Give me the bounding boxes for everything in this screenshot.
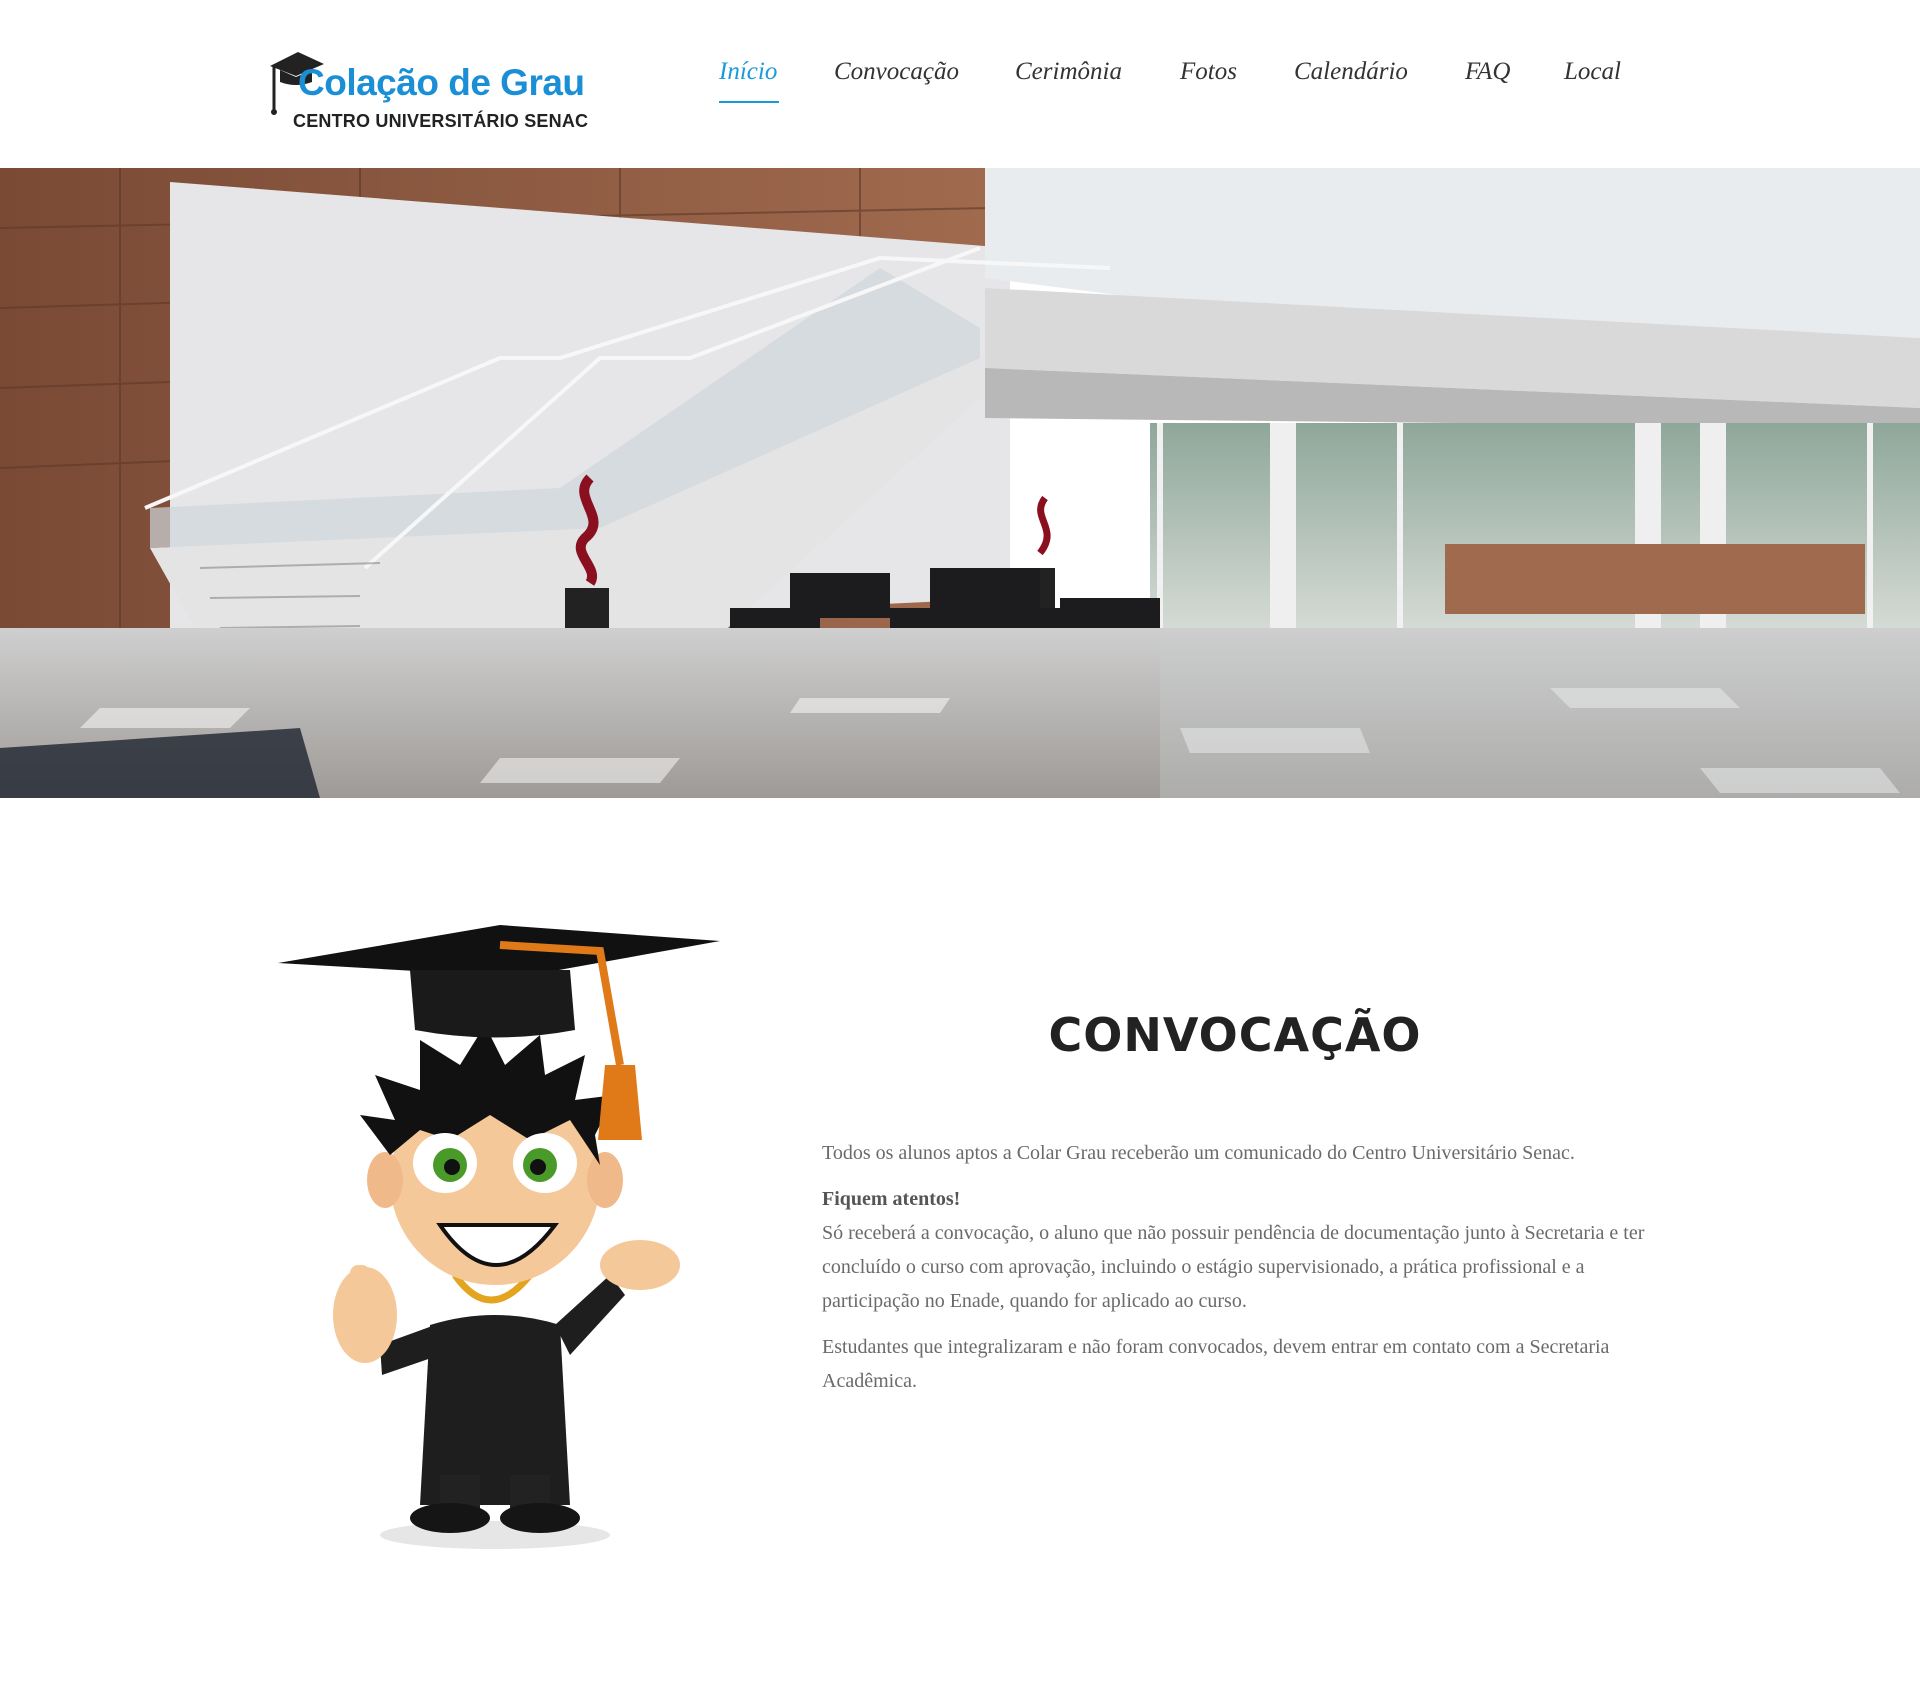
nav-item-convocacao[interactable]: Convocação — [834, 58, 959, 86]
hero-image — [0, 168, 1920, 798]
nav-item-cerimonia[interactable]: Cerimônia — [1015, 58, 1122, 86]
nav-item-calendario[interactable]: Calendário — [1294, 58, 1408, 86]
nav-item-fotos[interactable]: Fotos — [1180, 58, 1237, 86]
paragraph-requirements: Fiquem atentos! Só receberá a convocação… — [822, 1182, 1652, 1318]
graduate-mascot-illustration — [270, 915, 730, 1555]
attention-heading: Fiquem atentos! — [822, 1188, 961, 1210]
requirements-text: Só receberá a convocação, o aluno que nã… — [822, 1222, 1645, 1312]
nav-item-faq[interactable]: FAQ — [1465, 58, 1510, 86]
nav-item-local[interactable]: Local — [1564, 58, 1621, 86]
paragraph-intro: Todos os alunos aptos a Colar Grau receb… — [822, 1142, 1575, 1164]
lobby-photo — [0, 168, 1920, 798]
nav-item-inicio[interactable]: Início — [719, 58, 777, 86]
logo-subtitle: CENTRO UNIVERSITÁRIO SENAC — [293, 111, 589, 131]
paragraph-contact: Estudantes que integralizaram e não fora… — [822, 1336, 1610, 1392]
site-header: Colação de Grau CENTRO UNIVERSITÁRIO SEN… — [0, 0, 1920, 168]
section-title: CONVOCAÇÃO — [1048, 1008, 1422, 1062]
section-body: Todos os alunos aptos a Colar Grau receb… — [822, 1136, 1652, 1410]
active-nav-indicator — [719, 101, 779, 103]
main-nav: Início Convocação Cerimônia Fotos Calend… — [0, 58, 1920, 108]
